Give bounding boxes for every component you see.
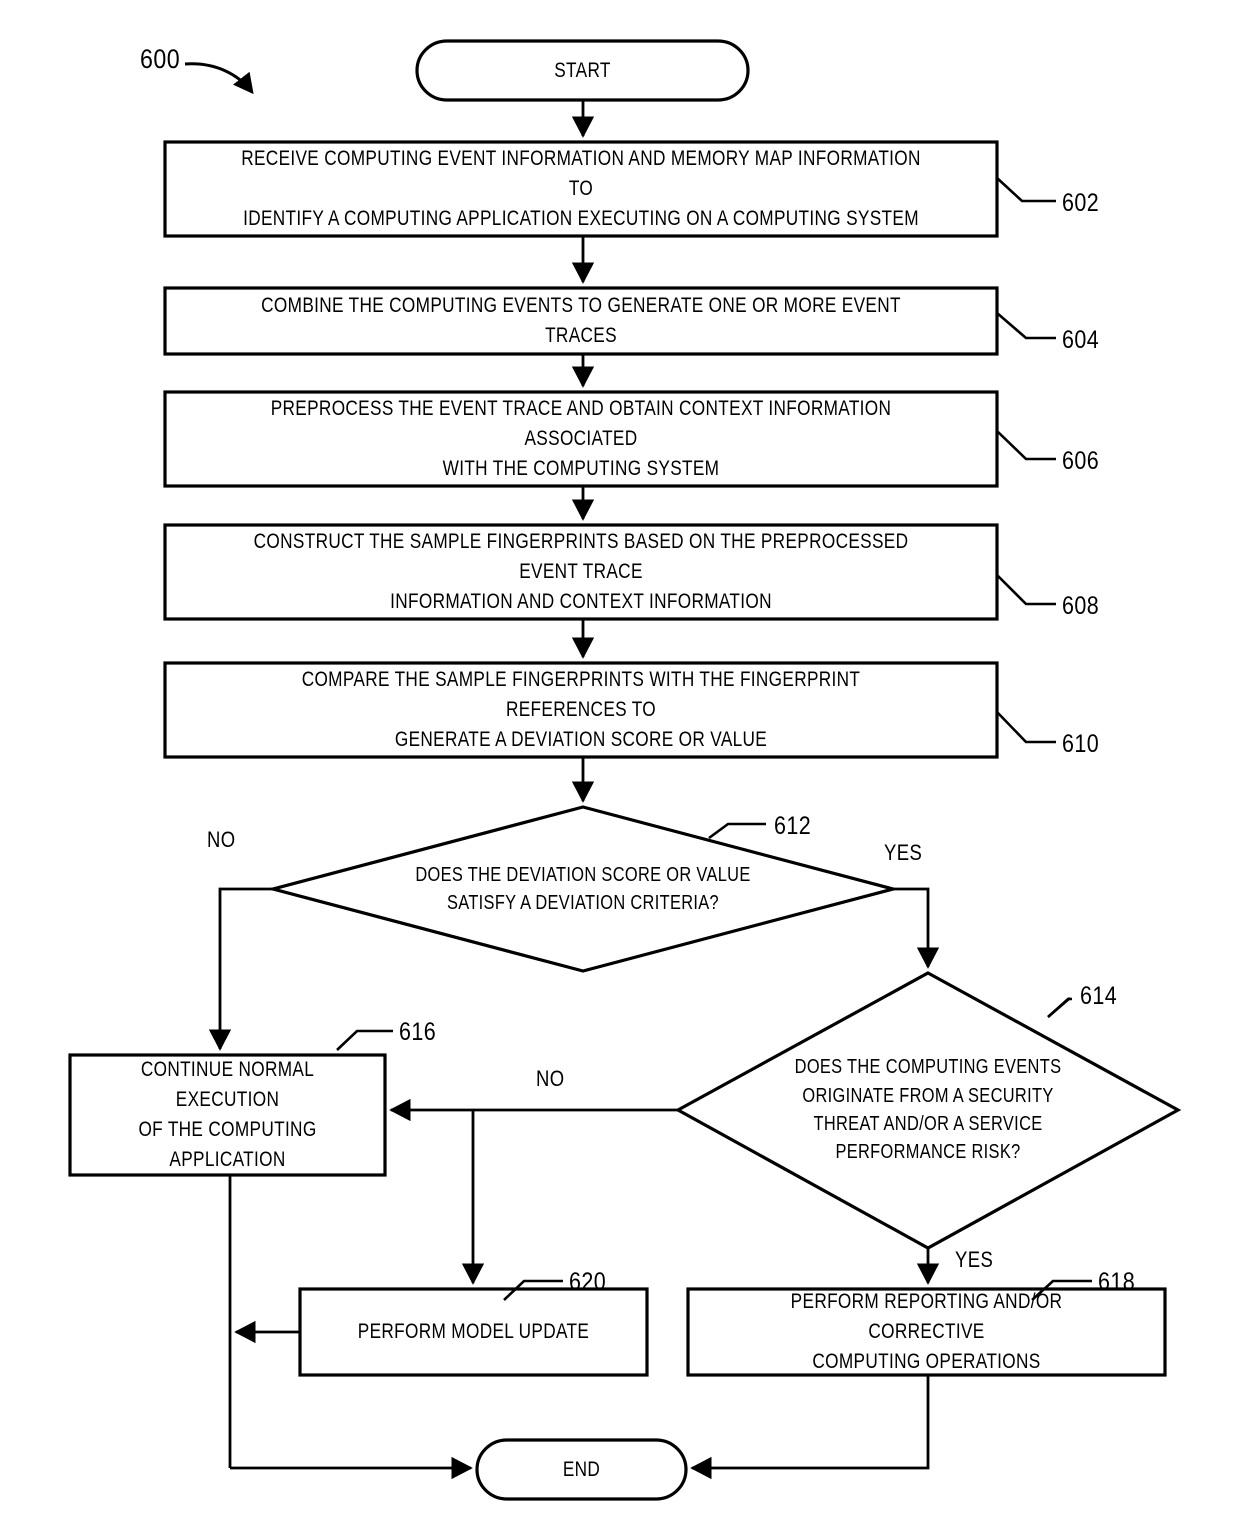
node-618-shape (686, 1287, 1167, 1377)
node-start-shape (415, 39, 750, 102)
ref-number-608: 608 (1062, 592, 1100, 620)
ref-number-618: 618 (1098, 1268, 1136, 1296)
edge-612-no-to-616 (208, 887, 273, 1051)
edge-label-614-no: NO (536, 1066, 565, 1091)
leader-606 (996, 430, 1056, 461)
leader-602 (996, 177, 1056, 203)
leader-616 (336, 1029, 393, 1051)
node-608-shape (163, 523, 999, 621)
node-602-shape (163, 140, 999, 238)
edge-618-to-end (690, 1375, 930, 1480)
edge-label-612-yes: YES (884, 840, 923, 865)
ref-number-606: 606 (1062, 447, 1100, 475)
edge-label-612-no: NO (207, 827, 236, 852)
leader-612 (708, 822, 766, 840)
node-606-shape (163, 390, 999, 488)
ref-number-614: 614 (1080, 982, 1118, 1010)
leader-610 (996, 711, 1056, 744)
flowchart-shapes-layer (68, 39, 1182, 1501)
node-end-shape (475, 1438, 688, 1501)
ref-number-620: 620 (569, 1268, 607, 1296)
ref-number-602: 602 (1062, 189, 1100, 217)
figure-pointer-arrow (184, 62, 254, 95)
ref-number-616: 616 (399, 1018, 437, 1046)
ref-number-604: 604 (1062, 326, 1100, 354)
node-614-shape (674, 971, 1182, 1250)
leader-614b (1047, 997, 1071, 1018)
flowchart-canvas: 600 START RECEIVE COMPUTING EVENT INFORM… (0, 0, 1240, 1522)
leader-604 (996, 312, 1056, 340)
node-604-shape (163, 286, 999, 356)
leader-608 (996, 574, 1056, 606)
edge-label-614-yes: YES (955, 1247, 994, 1272)
node-616-shape (68, 1053, 387, 1177)
node-620-shape (298, 1287, 649, 1377)
ref-number-612: 612 (774, 812, 812, 840)
ref-number-610: 610 (1062, 730, 1100, 758)
figure-number: 600 (140, 44, 181, 74)
node-610-shape (163, 661, 999, 759)
edge-612-yes-to-614 (893, 887, 940, 969)
